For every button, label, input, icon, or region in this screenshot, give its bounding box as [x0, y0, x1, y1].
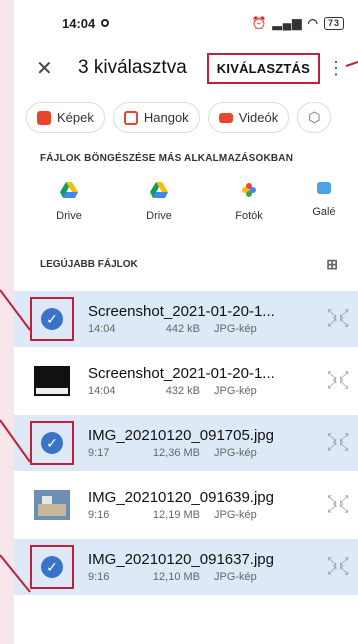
screenshot-thumbnail-icon [34, 366, 70, 396]
selection-checkbox[interactable]: ✓ [30, 421, 74, 465]
file-size: 12,10 MB [152, 571, 200, 583]
app-label: Drive [56, 210, 82, 222]
check-circle-icon: ✓ [41, 556, 63, 578]
file-name: IMG_20210120_091705.jpg [88, 427, 274, 444]
grid-view-icon[interactable]: ⊞ [326, 256, 338, 273]
phone-screen: 14:04 ⏰ ▂▄▆ ◠ 73 ✕ 3 kiválasztva KIVÁLAS… [14, 0, 358, 644]
file-size: 442 kB [165, 323, 200, 335]
file-kind: JPG-kép [214, 571, 257, 583]
signal-icon: ▂▄▆ [272, 16, 303, 30]
check-circle-icon: ✓ [41, 308, 63, 330]
app-gallery[interactable]: Galé [294, 182, 354, 222]
drive-icon [60, 182, 78, 198]
drive-icon [150, 182, 168, 198]
app-drive-1[interactable]: Drive [24, 182, 114, 222]
file-time: 9:16 [88, 571, 110, 583]
notification-icon [101, 19, 110, 27]
file-thumbnail[interactable] [30, 359, 74, 403]
chip-more[interactable]: ⬡ [297, 102, 332, 133]
selection-title: 3 kiválasztva [78, 57, 187, 78]
expand-icon[interactable]: ⤡ ⤢ ⤢ ⤡ [318, 495, 358, 515]
file-time: 14:04 [88, 385, 116, 397]
headphones-icon [123, 110, 138, 125]
file-kind: JPG-kép [214, 447, 257, 459]
app-shortcuts: Drive Drive Fotók Galé [14, 164, 358, 222]
file-info: Screenshot_2021-01-20-1... 14:04 432 kB JP… [88, 365, 318, 397]
expand-icon[interactable]: ⤡ ⤢ ⤢ ⤡ [318, 371, 358, 391]
select-button[interactable]: KIVÁLASZTÁS [206, 52, 320, 84]
recent-files-header: LEGÚJABB FÁJLOK ⊞ [14, 222, 358, 273]
film-icon [218, 112, 233, 123]
chip-audio[interactable]: Hangok [112, 102, 200, 133]
file-time: 14:04 [88, 323, 116, 335]
chip-videos[interactable]: Videók [207, 102, 290, 133]
file-size: 432 kB [165, 385, 200, 397]
more-vertical-icon[interactable]: ⋮ [324, 58, 348, 79]
file-size: 12,36 MB [152, 447, 200, 459]
chip-label: Hangok [143, 110, 189, 125]
app-label: Galé [312, 206, 336, 218]
file-meta: 14:04 442 kB JPG-kép [88, 323, 318, 335]
file-name: IMG_20210120_091639.jpg [88, 489, 274, 506]
file-time: 9:17 [88, 447, 110, 459]
app-label: Drive [146, 210, 172, 222]
status-bar: 14:04 ⏰ ▂▄▆ ◠ 73 [14, 0, 358, 46]
chip-label: Képek [57, 110, 94, 125]
file-name: IMG_20210120_091637.jpg [88, 551, 274, 568]
file-info: Screenshot_2021-01-20-1... 14:04 442 kB JP… [88, 303, 318, 335]
browse-heading: FÁJLOK BÖNGÉSZÉSE MÁS ALKALMAZÁSOKBAN [40, 153, 294, 164]
file-kind: JPG-kép [214, 323, 257, 335]
alarm-icon: ⏰ [251, 16, 268, 30]
file-meta: 9:16 12,19 MB JPG-kép [88, 509, 318, 521]
expand-icon[interactable]: ⤡ ⤢ ⤢ ⤡ [318, 309, 358, 329]
photos-pinwheel-icon [242, 183, 256, 197]
recent-heading: LEGÚJABB FÁJLOK [40, 259, 138, 270]
app-label: Fotók [235, 210, 263, 222]
file-info: IMG_20210120_091705.jpg 9:17 12,36 MB JPG-… [88, 427, 318, 459]
image-icon [37, 110, 51, 125]
file-info: IMG_20210120_091639.jpg 9:16 12,19 MB JPG-… [88, 489, 318, 521]
file-thumbnail[interactable] [30, 483, 74, 527]
file-name: Screenshot_2021-01-20-1... [88, 303, 275, 320]
close-icon[interactable]: ✕ [36, 56, 66, 81]
chip-label: Videók [238, 110, 279, 125]
file-row[interactable]: IMG_20210120_091639.jpg 9:16 12,19 MB JPG-… [14, 477, 358, 533]
chip-images[interactable]: Képek [26, 102, 105, 133]
file-row[interactable]: Screenshot_2021-01-20-1... 14:04 432 kB JP… [14, 353, 358, 409]
file-time: 9:16 [88, 509, 110, 521]
status-time: 14:04 [62, 15, 96, 31]
file-info: IMG_20210120_091637.jpg 9:16 12,10 MB JPG-… [88, 551, 318, 583]
file-kind: JPG-kép [214, 385, 257, 397]
expand-icon[interactable]: ⤡ ⤢ ⤢ ⤡ [318, 557, 358, 577]
selection-checkbox[interactable]: ✓ [30, 297, 74, 341]
gallery-icon [317, 182, 331, 194]
expand-icon[interactable]: ⤡ ⤢ ⤢ ⤡ [318, 433, 358, 453]
check-circle-icon: ✓ [41, 432, 63, 454]
status-icons: ⏰ ▂▄▆ ◠ 73 [252, 16, 344, 30]
top-app-bar: ✕ 3 kiválasztva KIVÁLASZTÁS ⋮ [14, 46, 358, 90]
file-row[interactable]: ✓ Screenshot_2021-01-20-1... 14:04 442 kB… [14, 291, 358, 347]
file-meta: 9:16 12,10 MB JPG-kép [88, 571, 318, 583]
app-drive-2[interactable]: Drive [114, 182, 204, 222]
file-name: Screenshot_2021-01-20-1... [88, 365, 275, 382]
file-meta: 9:17 12,36 MB JPG-kép [88, 447, 318, 459]
recent-files-list: ✓ Screenshot_2021-01-20-1... 14:04 442 kB… [14, 291, 358, 595]
file-row[interactable]: ✓ IMG_20210120_091705.jpg 9:17 12,36 MB JP… [14, 415, 358, 471]
wifi-icon: ◠ [307, 16, 319, 30]
app-photos[interactable]: Fotók [204, 182, 294, 222]
file-row[interactable]: ✓ IMG_20210120_091637.jpg 9:16 12,10 MB JP… [14, 539, 358, 595]
file-kind: JPG-kép [214, 509, 257, 521]
tag-icon: ⬡ [308, 109, 321, 125]
battery-icon: 73 [323, 16, 344, 30]
selection-checkbox[interactable]: ✓ [30, 545, 74, 589]
filter-chips: Képek Hangok Videók ⬡ [14, 90, 358, 133]
file-meta: 14:04 432 kB JPG-kép [88, 385, 318, 397]
file-size: 12,19 MB [152, 509, 200, 521]
photo-thumbnail-icon [34, 490, 70, 520]
